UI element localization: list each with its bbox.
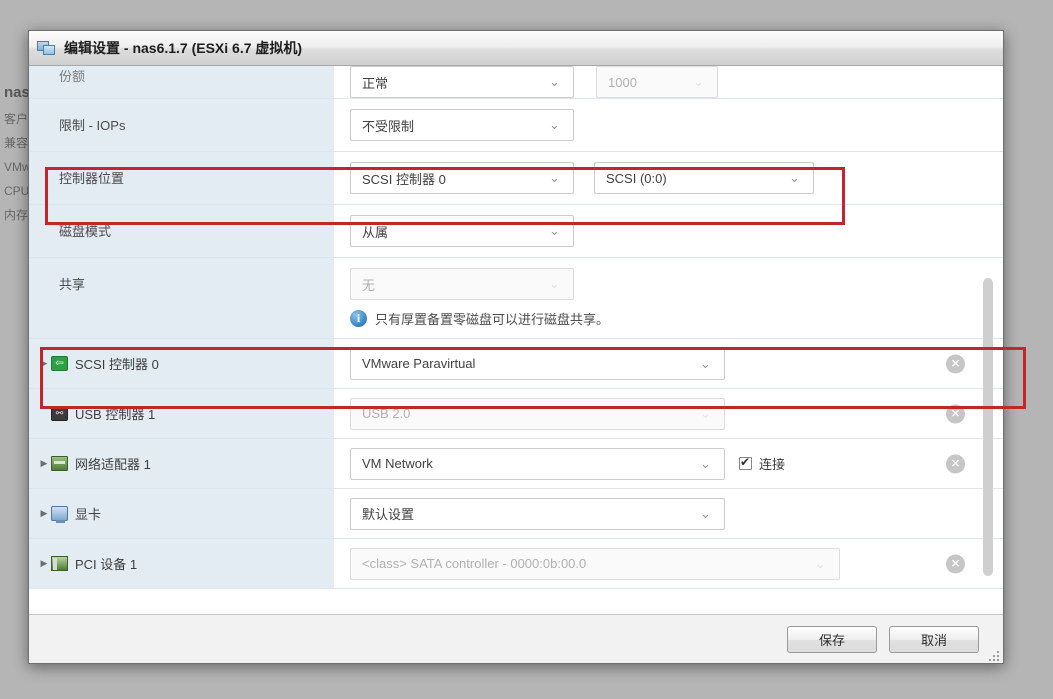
edit-settings-dialog: 编辑设置 - nas6.1.7 (ESXi 6.7 虚拟机) 份额 正常 ⌄ 1… (28, 30, 1004, 664)
disk-mode-label: 磁盘模式 (29, 205, 334, 257)
settings-row-disk-mode: 磁盘模式 从属 ⌄ (29, 205, 1003, 258)
settings-row-label: 份额 (29, 66, 334, 98)
device-label: SCSI 控制器 0 (75, 357, 159, 372)
controller-location-label: 控制器位置 (29, 152, 334, 204)
vertical-scrollbar-thumb[interactable] (983, 278, 993, 576)
chevron-down-icon: ⌄ (815, 555, 826, 571)
usb-controller-icon: ⚯ (51, 406, 68, 421)
chevron-down-icon: ⌄ (549, 117, 560, 132)
chevron-down-icon: ⌄ (700, 505, 711, 521)
remove-device-button[interactable]: ✕ (946, 454, 965, 473)
shares-select[interactable]: 正常 ⌄ (350, 66, 574, 98)
chevron-down-icon: ⌄ (549, 74, 560, 89)
device-row-usb-controller: ▶ ⚯ USB 控制器 1 USB 2.0 ⌄ ✕ (29, 389, 1003, 439)
virtual-machine-icon (37, 39, 57, 57)
chevron-down-icon: ⌄ (549, 223, 560, 238)
settings-row-sharing: 共享 无 ⌄ i 只有厚置备置零磁盘可以进行磁盘共享。 (29, 258, 1003, 339)
checkbox-label: 连接 (759, 457, 786, 472)
sharing-select[interactable]: 无 ⌄ (350, 268, 574, 300)
scsi-controller-type-select[interactable]: VMware Paravirtual ⌄ (350, 347, 725, 380)
expand-caret-icon[interactable]: ▶ (37, 508, 51, 519)
device-label: 网络适配器 1 (75, 457, 151, 472)
disk-mode-select[interactable]: 从属 ⌄ (350, 215, 574, 247)
cancel-button[interactable]: 取消 (889, 625, 979, 653)
save-button[interactable]: 保存 (787, 625, 877, 653)
remove-device-button[interactable]: ✕ (946, 354, 965, 373)
device-label: USB 控制器 1 (75, 407, 156, 422)
controller-select[interactable]: SCSI 控制器 0 ⌄ (350, 162, 574, 194)
dialog-titlebar[interactable]: 编辑设置 - nas6.1.7 (ESXi 6.7 虚拟机) (29, 31, 1003, 66)
info-icon: i (350, 310, 367, 327)
dialog-title: 编辑设置 - nas6.1.7 (ESXi 6.7 虚拟机) (64, 40, 303, 56)
video-settings-select[interactable]: 默认设置 ⌄ (350, 497, 725, 530)
settings-row-shares: 份额 正常 ⌄ 1000 ⌄ (29, 66, 1003, 99)
pci-device-icon (51, 556, 68, 571)
expand-caret-icon[interactable]: ▶ (37, 458, 51, 469)
chevron-down-icon: ⌄ (789, 170, 800, 185)
settings-scroll-area[interactable]: 份额 正常 ⌄ 1000 ⌄ 限制 - IOPs 不受限制 ⌄ 控制器位置 SC… (29, 66, 1003, 614)
resize-grip[interactable] (987, 649, 999, 661)
device-row-network-adapter: ▶ 网络适配器 1 VM Network ⌄ 连接 ✕ (29, 439, 1003, 489)
chevron-down-icon: ⌄ (700, 455, 711, 471)
sharing-label: 共享 (29, 258, 334, 338)
settings-row-limit-iops: 限制 - IOPs 不受限制 ⌄ (29, 99, 1003, 152)
device-label: PCI 设备 1 (75, 557, 138, 572)
usb-version-select[interactable]: USB 2.0 ⌄ (350, 397, 725, 430)
device-row-pci-device: ▶ PCI 设备 1 <class> SATA controller - 000… (29, 539, 1003, 589)
network-select[interactable]: VM Network ⌄ (350, 447, 725, 480)
chevron-down-icon: ⌄ (700, 355, 711, 371)
network-connect-checkbox[interactable]: 连接 (739, 454, 785, 473)
dialog-footer: 保存 取消 (29, 615, 1003, 663)
expand-caret-icon[interactable]: ▶ (37, 358, 51, 369)
device-row-scsi-controller: ▶ ⇦ SCSI 控制器 0 VMware Paravirtual ⌄ ✕ (29, 339, 1003, 389)
device-label: 显卡 (75, 507, 102, 522)
sharing-info-text: 只有厚置备置零磁盘可以进行磁盘共享。 (375, 312, 610, 327)
dialog-body: 份额 正常 ⌄ 1000 ⌄ 限制 - IOPs 不受限制 ⌄ 控制器位置 SC… (29, 66, 1003, 615)
expand-caret-icon[interactable]: ▶ (37, 558, 51, 569)
shares-value-select[interactable]: 1000 ⌄ (596, 66, 718, 98)
chevron-down-icon: ⌄ (549, 276, 560, 291)
settings-row-controller-location: 控制器位置 SCSI 控制器 0 ⌄ SCSI (0:0) ⌄ (29, 152, 1003, 205)
network-adapter-icon (51, 456, 68, 471)
limit-iops-select[interactable]: 不受限制 ⌄ (350, 109, 574, 141)
remove-device-button[interactable]: ✕ (946, 554, 965, 573)
sharing-info-message: i 只有厚置备置零磁盘可以进行磁盘共享。 (350, 309, 1003, 328)
limit-iops-label: 限制 - IOPs (29, 99, 334, 151)
chevron-down-icon: ⌄ (700, 405, 711, 421)
chevron-down-icon: ⌄ (693, 74, 704, 89)
remove-device-button[interactable]: ✕ (946, 404, 965, 423)
checkbox-box[interactable] (739, 455, 752, 470)
chevron-down-icon: ⌄ (549, 170, 560, 185)
controller-node-select[interactable]: SCSI (0:0) ⌄ (594, 162, 814, 194)
shares-label: 份额 (59, 69, 86, 84)
device-row-video-card: ▶ 显卡 默认设置 ⌄ (29, 489, 1003, 539)
scsi-controller-icon: ⇦ (51, 356, 68, 371)
video-card-icon (51, 506, 68, 523)
pci-device-select[interactable]: <class> SATA controller - 0000:0b:00.0 ⌄ (350, 547, 840, 580)
